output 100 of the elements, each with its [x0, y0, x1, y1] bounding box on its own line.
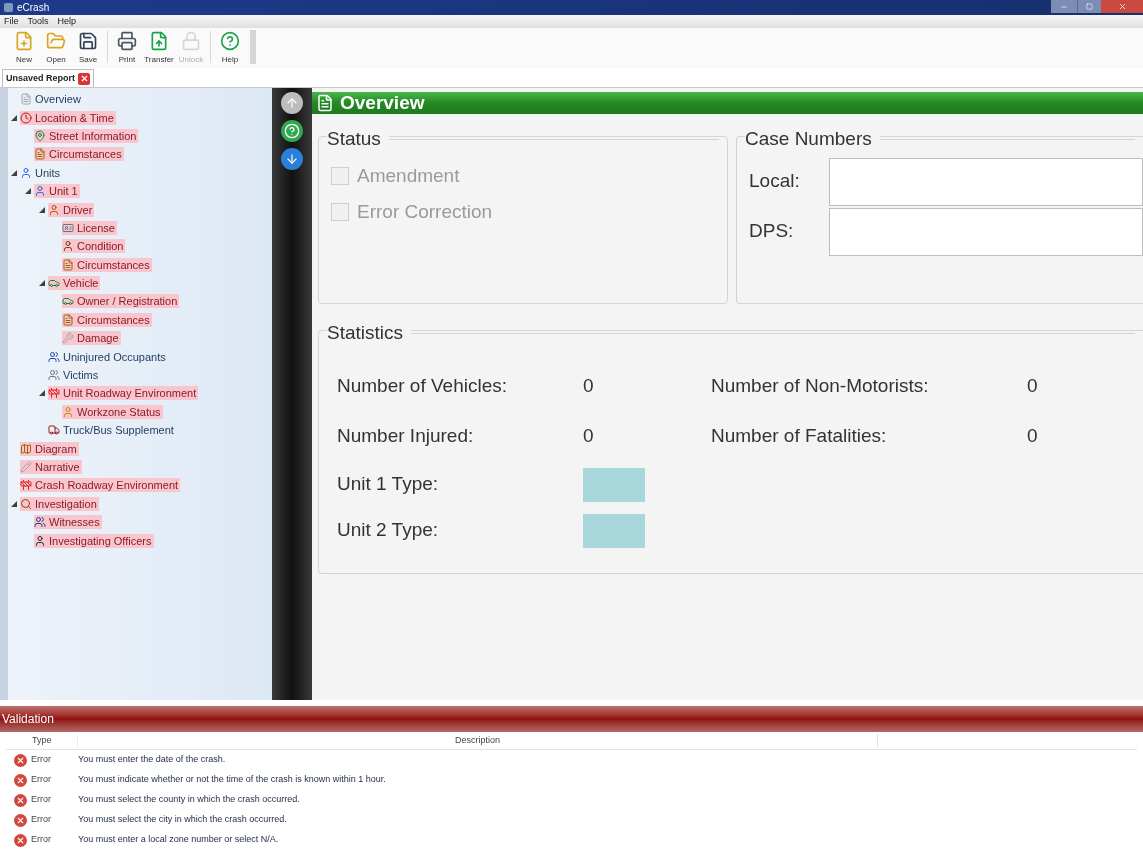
tree-item[interactable]: Witnesses	[34, 515, 102, 530]
tree-item[interactable]: Crash Roadway Environment	[20, 478, 181, 493]
close-icon	[1117, 2, 1127, 11]
people-icon	[34, 516, 46, 529]
magnifier-icon	[20, 497, 32, 510]
tree-item[interactable]: Truck/Bus Supplement	[48, 423, 176, 438]
pin-icon	[34, 129, 46, 142]
field-label: DPS:	[749, 219, 795, 244]
error-icon	[14, 793, 27, 807]
window-title: eCrash	[17, 1, 50, 15]
tree-item[interactable]: Circumstances	[62, 312, 152, 327]
tree-item[interactable]: Narrative	[20, 460, 82, 474]
tree-item[interactable]: Circumstances	[34, 147, 124, 162]
error-icon	[14, 773, 27, 787]
document-tab[interactable]: Unsaved Report	[2, 69, 95, 87]
menu-item[interactable]: Tools	[27, 14, 49, 29]
tree-item[interactable]: Units	[20, 165, 63, 180]
toolbar-button[interactable]: New	[8, 31, 40, 66]
stat-value: 0	[1027, 424, 1038, 449]
help-icon	[220, 31, 240, 51]
tree-item[interactable]: Unit 1	[34, 184, 80, 199]
tree-item[interactable]: Uninjured Occupants	[48, 349, 168, 364]
expander-icon[interactable]	[24, 187, 32, 196]
lock-icon	[181, 31, 201, 51]
toolbar-grip[interactable]	[250, 30, 256, 64]
toolbar-button[interactable]: Help	[214, 31, 246, 66]
help-icon	[284, 123, 300, 139]
tree-item[interactable]: Circumstances	[62, 257, 152, 272]
new-file-icon	[14, 31, 34, 51]
barrier-icon	[48, 387, 60, 400]
column-header[interactable]: Description	[78, 733, 878, 748]
document-icon	[62, 313, 74, 326]
document-icon	[20, 93, 32, 106]
tree-item[interactable]: Unit Roadway Environment	[48, 386, 199, 401]
tree-item[interactable]: Owner / Registration	[62, 294, 180, 309]
toolbar-button[interactable]: Print	[111, 31, 143, 66]
validation-row[interactable]: Error You must enter the date of the crash.	[6, 750, 1137, 770]
expander-icon[interactable]	[10, 168, 18, 177]
pencil-icon	[20, 461, 32, 473]
tree-item[interactable]: Victims	[48, 368, 101, 383]
menu-item[interactable]: File	[4, 14, 19, 29]
maximize-icon	[1086, 3, 1093, 10]
tree-item[interactable]: Vehicle	[48, 276, 101, 291]
description-cell: You must indicate whether or not the time of the crash is known within 1 hour.	[78, 773, 386, 787]
next-button[interactable]	[281, 148, 303, 170]
validation-title: Validation	[2, 711, 54, 728]
tree-item[interactable]: License	[62, 220, 117, 235]
tree-item[interactable]: Workzone Status	[62, 404, 163, 419]
type-value-field	[583, 513, 645, 548]
toolbar-button[interactable]: Open	[40, 31, 72, 66]
document-icon	[34, 148, 46, 161]
tree-item[interactable]: Location & Time	[20, 110, 116, 125]
upload-file-icon	[149, 31, 169, 51]
previous-button[interactable]	[281, 92, 303, 114]
stat-label: Number of Vehicles:	[337, 374, 509, 399]
input-field[interactable]	[829, 157, 1143, 206]
tree-item[interactable]: Street Information	[34, 128, 139, 143]
wrench-icon	[62, 332, 74, 345]
expander-icon[interactable]	[38, 279, 46, 288]
card-icon	[62, 221, 74, 234]
validation-row[interactable]: Error You must enter a local zone number or select N/A.	[6, 830, 1137, 850]
validation-row[interactable]: Error You must indicate whether or not the time of the crash is known within 1 hour.	[6, 770, 1137, 790]
column-header[interactable]: Type	[6, 733, 78, 748]
toolbar-button[interactable]: Save	[72, 31, 104, 66]
help-button[interactable]	[281, 120, 303, 142]
description-cell: You must select the city in which the crash occurred.	[78, 813, 287, 827]
expander-icon[interactable]	[10, 499, 18, 508]
type-cell-text: Error	[30, 813, 52, 827]
person-icon	[48, 203, 60, 216]
close-tab-icon[interactable]	[78, 72, 91, 85]
validation-row[interactable]: Error You must select the city in which the crash occurred.	[6, 810, 1137, 830]
maximize-button[interactable]	[1077, 0, 1101, 13]
tab-label: Unsaved Report	[6, 71, 76, 85]
tree-item[interactable]: Overview	[20, 92, 83, 107]
validation-row[interactable]: Error You must select the county in which the crash occurred.	[6, 790, 1137, 810]
stat-value: 0	[583, 424, 594, 449]
tree-item[interactable]: Damage	[62, 331, 121, 346]
people-icon	[48, 350, 60, 363]
truck-icon	[48, 424, 60, 437]
error-icon	[14, 813, 27, 827]
toolbar-button[interactable]: Transfer	[143, 31, 175, 66]
app-icon	[4, 3, 13, 12]
input-field[interactable]	[829, 207, 1143, 256]
error-icon	[14, 833, 27, 847]
menu-item[interactable]: Help	[57, 14, 77, 29]
expander-icon[interactable]	[10, 113, 18, 122]
type-value-field	[583, 467, 645, 502]
tree-item[interactable]: Diagram	[20, 441, 79, 456]
expander-icon[interactable]	[38, 389, 46, 398]
type-cell-text: Error	[30, 833, 52, 847]
tree-item[interactable]: Driver	[48, 202, 95, 217]
expander-icon[interactable]	[38, 205, 46, 214]
person-icon	[20, 166, 32, 179]
tree-item[interactable]: Investigation	[20, 496, 99, 511]
barrier-icon	[20, 479, 32, 492]
tree-item[interactable]: Condition	[62, 239, 126, 254]
section-title: Overview	[340, 90, 425, 115]
field-label: Local:	[749, 169, 801, 194]
tree-item[interactable]: Investigating Officers	[34, 533, 154, 548]
people-icon	[48, 369, 60, 382]
